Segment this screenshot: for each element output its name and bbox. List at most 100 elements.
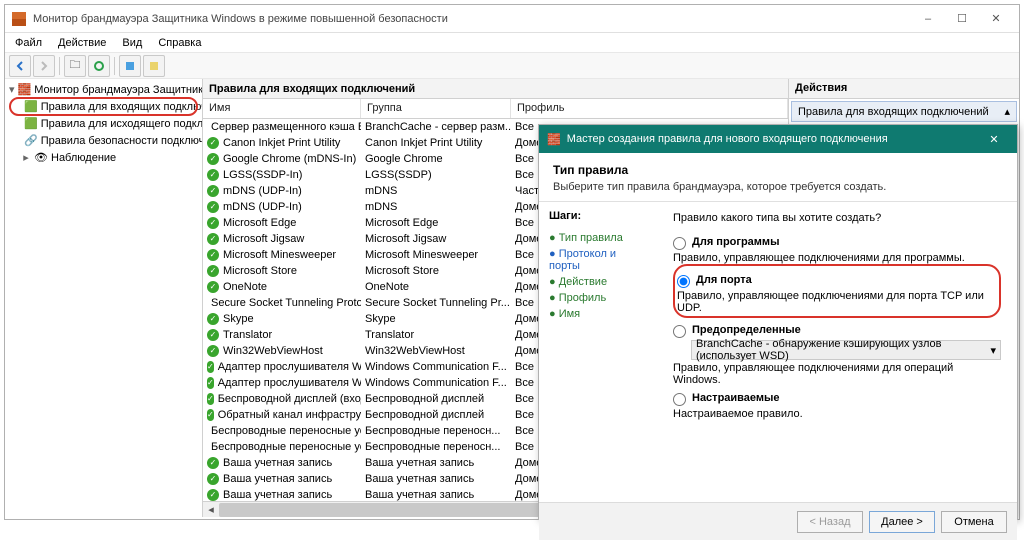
scroll-left[interactable]: ◂	[203, 502, 219, 517]
rule-name: Skype	[223, 313, 254, 325]
rule-group: Translator	[361, 329, 511, 341]
nav-tree[interactable]: ▾🧱 Монитор брандмауэра Защитника Windows…	[5, 79, 203, 517]
separator	[59, 57, 60, 75]
option-label[interactable]: Предопределенные	[692, 324, 801, 336]
wizard-step[interactable]: ● Имя	[549, 306, 647, 322]
rule-name: Адаптер прослушивателя Windows Co...	[218, 361, 361, 373]
rule-name: LGSS(SSDP-In)	[223, 169, 302, 181]
wizard-content: Правило какого типа вы хотите создать? Д…	[657, 202, 1017, 502]
menu-help[interactable]: Справка	[152, 35, 207, 51]
close-button[interactable]: ✕	[979, 8, 1013, 30]
enabled-icon: ✓	[207, 265, 219, 277]
firewall-icon: 🧱	[18, 83, 32, 97]
enabled-icon: ✓	[207, 489, 219, 501]
tree-root-label: Монитор брандмауэра Защитника Windows	[34, 84, 203, 96]
rule-name: Microsoft Jigsaw	[223, 233, 304, 245]
rule-name: Ваша учетная запись	[223, 457, 332, 469]
wizard-step[interactable]: ● Профиль	[549, 290, 647, 306]
chevron-up-icon[interactable]: ▴	[1004, 105, 1010, 118]
rule-group: Google Chrome	[361, 153, 511, 165]
radio-1[interactable]	[677, 275, 690, 288]
toolbar: 🗀	[5, 53, 1019, 79]
enabled-icon: ✓	[207, 233, 219, 245]
tree-item[interactable]: 🟩Правила для входящих подключений	[7, 98, 200, 115]
nav-back-button[interactable]	[9, 55, 31, 77]
wizard-step[interactable]: ● Протокол и порты	[549, 246, 647, 274]
col-name[interactable]: Имя	[203, 99, 361, 118]
next-button[interactable]: Далее >	[869, 511, 935, 533]
enabled-icon: ✓	[207, 345, 219, 357]
option-label[interactable]: Для порта	[696, 274, 752, 286]
option-desc: Правило, управляющее подключениями для п…	[677, 290, 995, 314]
back-button[interactable]: < Назад	[797, 511, 863, 533]
scroll-thumb[interactable]	[219, 503, 551, 517]
rule-name: Беспроводной дисплей (входящий тра...	[218, 393, 361, 405]
menu-file[interactable]: Файл	[9, 35, 48, 51]
rule-name: Адаптер прослушивателя Windows Co...	[218, 377, 361, 389]
rule-icon: 🟩	[24, 100, 38, 114]
maximize-button[interactable]: ☐	[945, 8, 979, 30]
rule-group: Microsoft Store	[361, 265, 511, 277]
tree-item[interactable]: ▸👁Наблюдение	[7, 149, 200, 166]
column-headers[interactable]: Имя Группа Профиль	[203, 99, 788, 119]
rule-name: Win32WebViewHost	[223, 345, 323, 357]
rule-group: OneNote	[361, 281, 511, 293]
rule-name: Беспроводные переносные устройства...	[211, 441, 361, 453]
rule-group: Win32WebViewHost	[361, 345, 511, 357]
enabled-icon: ✓	[207, 153, 219, 165]
rule-name: OneNote	[223, 281, 267, 293]
tree-item[interactable]: 🔗Правила безопасности подключения	[7, 132, 200, 149]
menu-action[interactable]: Действие	[52, 35, 112, 51]
rule-icon: 👁	[34, 151, 48, 165]
rule-name: Canon Inkjet Print Utility	[223, 137, 340, 149]
tree-root[interactable]: ▾🧱 Монитор брандмауэра Защитника Windows	[7, 81, 200, 98]
col-profile[interactable]: Профиль	[511, 99, 788, 118]
rule-name: Обратный канал инфраструктуры бесп...	[218, 409, 361, 421]
nav-forward-button[interactable]	[33, 55, 55, 77]
menubar: Файл Действие Вид Справка	[5, 33, 1019, 53]
wizard-step[interactable]: ● Тип правила	[549, 230, 647, 246]
rule-group: Ваша учетная запись	[361, 489, 511, 501]
menu-view[interactable]: Вид	[116, 35, 148, 51]
option-desc: Настраиваемое правило.	[673, 408, 1001, 420]
tree-item-label: Правила для исходящего подключения	[41, 118, 203, 130]
radio-2[interactable]	[673, 325, 686, 338]
rule-group: Ваша учетная запись	[361, 473, 511, 485]
enabled-icon: ✓	[207, 457, 219, 469]
predefined-select: BranchCache - обнаружение кэширующих узл…	[691, 340, 1001, 360]
wizard-question: Правило какого типа вы хотите создать?	[673, 212, 1001, 224]
rule-name: Translator	[223, 329, 272, 341]
rule-icon: 🔗	[24, 134, 38, 148]
tb-export[interactable]	[88, 55, 110, 77]
tb-help[interactable]	[119, 55, 141, 77]
option-label[interactable]: Для программы	[692, 236, 779, 248]
rule-group: Беспроводной дисплей	[361, 409, 511, 421]
radio-3[interactable]	[673, 393, 686, 406]
enabled-icon: ✓	[207, 361, 214, 373]
rule-icon: 🟩	[24, 117, 38, 131]
wizard-step[interactable]: ● Действие	[549, 274, 647, 290]
rule-group: Microsoft Minesweeper	[361, 249, 511, 261]
cancel-button[interactable]: Отмена	[941, 511, 1007, 533]
wizard-heading: Тип правила	[553, 163, 1003, 177]
col-group[interactable]: Группа	[361, 99, 511, 118]
rule-name: Microsoft Minesweeper	[223, 249, 336, 261]
tb-refresh[interactable]: 🗀	[64, 55, 86, 77]
tb-last[interactable]	[143, 55, 165, 77]
minimize-button[interactable]: –	[911, 8, 945, 30]
rule-group: mDNS	[361, 185, 511, 197]
rule-name: mDNS (UDP-In)	[223, 201, 302, 213]
tree-item[interactable]: 🟩Правила для исходящего подключения	[7, 115, 200, 132]
rule-type-option: Предопределенные BranchCache - обнаружени…	[673, 324, 1001, 386]
chevron-down-icon: ▾	[990, 344, 996, 357]
radio-0[interactable]	[673, 237, 686, 250]
enabled-icon: ✓	[207, 313, 219, 325]
rule-type-option: Для порта Правило, управляющее подключени…	[673, 264, 1001, 318]
wizard-close-button[interactable]: ✕	[979, 128, 1009, 150]
rule-type-option: Для программыПравило, управляющее подклю…	[673, 236, 1001, 264]
wizard-icon: 🧱	[547, 133, 561, 146]
option-label[interactable]: Настраиваемые	[692, 392, 780, 404]
enabled-icon: ✓	[207, 185, 219, 197]
tree-item-label: Правила безопасности подключения	[41, 135, 203, 147]
rule-group: Skype	[361, 313, 511, 325]
